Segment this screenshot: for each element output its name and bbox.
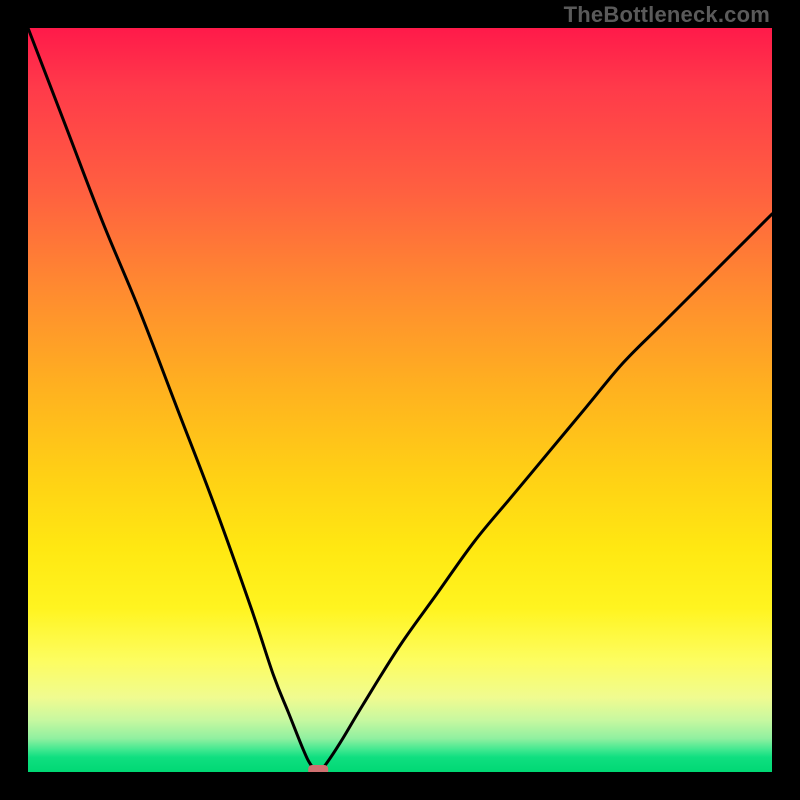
curve-layer — [28, 28, 772, 772]
plot-area — [28, 28, 772, 772]
chart-frame: TheBottleneck.com — [0, 0, 800, 800]
minimum-marker-icon — [308, 765, 328, 772]
bottleneck-curve — [28, 28, 772, 772]
watermark-label: TheBottleneck.com — [564, 2, 770, 28]
